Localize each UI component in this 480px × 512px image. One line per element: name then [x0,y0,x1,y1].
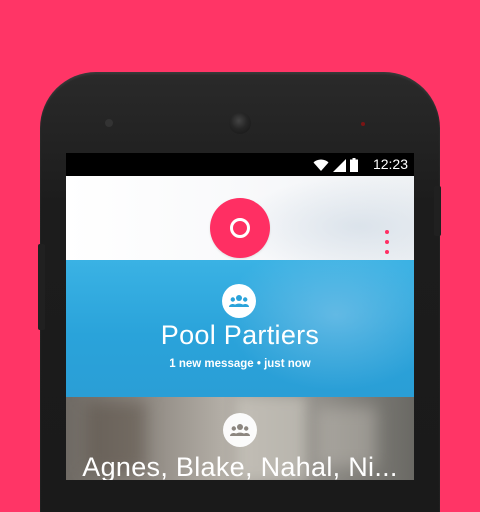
clock: 12:23 [372,156,408,172]
more-vert-icon [385,230,389,234]
notification-led [361,122,365,126]
power-button [434,186,441,236]
more-options-button[interactable] [382,230,392,254]
status-bar: 12:23 [66,153,414,176]
status-icons [313,158,358,172]
group-icon [223,413,257,447]
group-icon [222,284,256,318]
conversation-title: Agnes, Blake, Nahal, Ni... [82,452,398,480]
app-bar [66,176,414,260]
camera-button[interactable] [210,198,270,258]
phone-screen: 12:23 Pool Partiers 1 new message • just… [66,153,414,480]
conversation-card-pool-partiers[interactable]: Pool Partiers 1 new message • just now [66,260,414,397]
battery-icon [350,158,358,172]
conversation-card-agnes-blake[interactable]: Agnes, Blake, Nahal, Ni... [66,397,414,480]
camera-shutter-icon [230,218,250,238]
conversation-title: Pool Partiers [160,320,320,350]
signal-icon [333,159,346,172]
wifi-icon [313,159,329,171]
proximity-sensor [105,119,113,127]
front-camera [229,112,251,134]
volume-button [38,244,45,330]
conversation-subtitle: 1 new message • just now [169,358,311,370]
